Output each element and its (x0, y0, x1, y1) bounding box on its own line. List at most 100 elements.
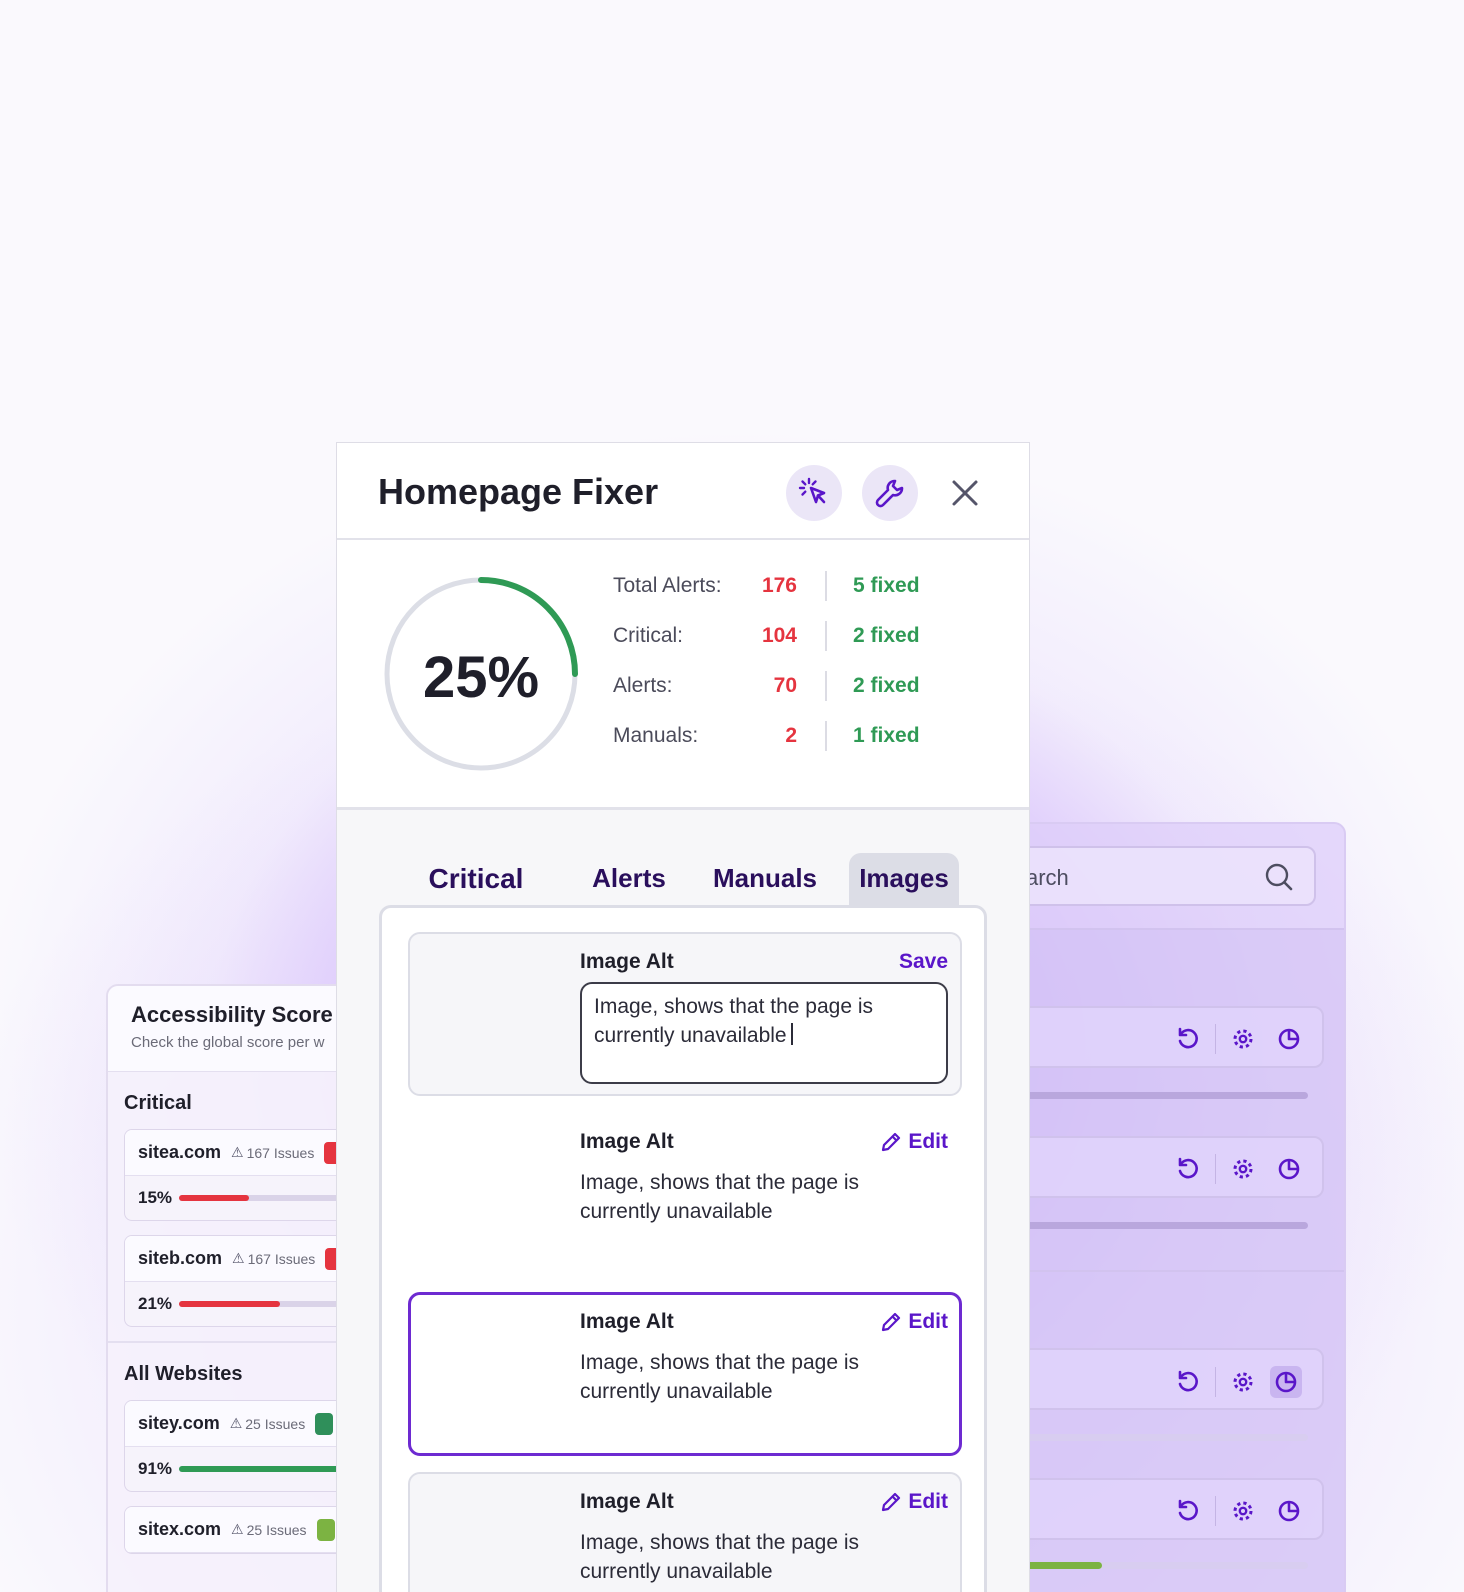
gear-icon[interactable] (1230, 1498, 1256, 1524)
sites-list-card: arch (1010, 822, 1346, 1592)
gear-icon[interactable] (1230, 1026, 1256, 1052)
score-progress-track (178, 1466, 344, 1472)
site-card[interactable]: siteb.com ⚠ 167 Issues 21% (124, 1235, 344, 1327)
divider (1215, 1496, 1216, 1526)
status-badge (315, 1412, 334, 1435)
stat-fixed: 2 fixed (853, 674, 920, 697)
close-icon (952, 480, 978, 506)
image-alt-item[interactable]: Image Alt Save Image, shows that the pag… (408, 932, 962, 1096)
accessibility-score-card: Accessibility Score Check the global sco… (106, 984, 346, 1592)
stat-label: Alerts: (613, 674, 673, 697)
score-progress-track (178, 1301, 344, 1307)
pencil-icon (882, 1132, 901, 1152)
issues-count: 25 Issues (246, 1521, 307, 1538)
stats-section: 25% Total Alerts: 176 5 fixed Critical: … (337, 540, 1029, 810)
homepage-fixer-panel: Homepage Fixer 25% Total Alerts: 176 5 f… (336, 442, 1030, 1592)
refresh-icon[interactable] (1175, 1156, 1201, 1182)
accessibility-card-header: Accessibility Score Check the global sco… (108, 986, 344, 1072)
pencil-icon (882, 1312, 901, 1332)
site-row[interactable] (1012, 1136, 1324, 1198)
edit-button[interactable]: Edit (880, 1490, 948, 1514)
stat-divider (825, 721, 827, 751)
panel-title: Homepage Fixer (378, 471, 659, 512)
divider (1215, 1154, 1216, 1184)
row-actions (1175, 1496, 1302, 1526)
score-progress-fill (178, 1466, 344, 1472)
pie-chart-icon[interactable] (1276, 1026, 1302, 1052)
row-actions (1175, 1154, 1302, 1184)
stat-divider (825, 571, 827, 601)
site-row[interactable] (1012, 1006, 1324, 1068)
pencil-icon (882, 1492, 901, 1512)
auto-fix-button[interactable] (786, 465, 842, 521)
edit-button[interactable]: Edit (880, 1130, 948, 1154)
refresh-icon[interactable] (1175, 1498, 1201, 1524)
status-badge (316, 1518, 335, 1541)
edit-label: Edit (908, 1310, 948, 1333)
stat-label: Manuals: (613, 724, 699, 747)
text-caret (790, 1023, 793, 1045)
site-card[interactable]: sitey.com ⚠ 25 Issues 91% (124, 1400, 344, 1492)
edit-label: Edit (908, 1490, 948, 1513)
wrench-icon (875, 479, 904, 508)
score-progress-fill (178, 1195, 249, 1201)
images-list: Image Alt Save Image, shows that the pag… (379, 905, 987, 1592)
progress-track (1012, 1562, 1308, 1569)
image-alt-item-selected[interactable]: Image Alt Edit Image, shows that the pag… (408, 1292, 962, 1456)
pie-chart-button[interactable] (1270, 1366, 1302, 1398)
warning-icon: ⚠ (229, 1415, 243, 1431)
gear-icon[interactable] (1230, 1156, 1256, 1182)
refresh-icon[interactable] (1175, 1026, 1201, 1052)
stat-row-alerts: Alerts: 70 2 fixed (613, 671, 920, 701)
image-alt-item[interactable]: Image Alt Edit Image, shows that the pag… (408, 1112, 962, 1276)
stat-row-total: Total Alerts: 176 5 fixed (613, 571, 920, 601)
site-card-top: sitea.com ⚠ 167 Issues (125, 1130, 344, 1176)
refresh-icon[interactable] (1175, 1369, 1201, 1395)
tab-images[interactable]: Images (849, 853, 959, 907)
stat-fixed: 2 fixed (853, 624, 920, 647)
pie-chart-icon[interactable] (1276, 1156, 1302, 1182)
manual-fix-button[interactable] (862, 465, 918, 521)
tab-alerts[interactable]: Alerts (577, 853, 681, 907)
stat-value: 176 (761, 574, 797, 597)
image-alt-label: Image Alt (580, 1310, 674, 1333)
stat-value: 2 (785, 724, 797, 747)
image-alt-input[interactable]: Image, shows that the page is currently … (580, 982, 948, 1084)
image-alt-item[interactable]: Image Alt Edit Image, shows that the pag… (408, 1472, 962, 1592)
tab-critical[interactable]: Critical (415, 853, 537, 907)
search-input[interactable]: arch (1012, 846, 1316, 906)
stat-row-critical: Critical: 104 2 fixed (613, 621, 920, 651)
cursor-click-icon (798, 477, 826, 504)
image-alt-input-value: Image, shows that the page is currently … (594, 995, 873, 1047)
search-icon[interactable] (1264, 862, 1294, 892)
issues-count: 167 Issues (246, 1144, 315, 1161)
edit-button[interactable]: Edit (880, 1310, 948, 1334)
divider (1215, 1367, 1216, 1397)
close-button[interactable] (943, 471, 987, 515)
site-score: 21% (138, 1294, 173, 1313)
accessibility-card-subtitle: Check the global score per w (131, 1034, 325, 1051)
issues-count: 167 Issues (247, 1250, 316, 1267)
site-card[interactable]: sitea.com ⚠ 167 Issues 15% (124, 1129, 344, 1221)
all-websites-heading: All Websites (124, 1363, 243, 1385)
site-card[interactable]: sitex.com ⚠ 25 Issues (124, 1506, 344, 1554)
site-row[interactable] (1012, 1478, 1324, 1540)
site-card-top: sitey.com ⚠ 25 Issues (125, 1401, 344, 1447)
score-progress-track (178, 1195, 344, 1201)
search-placeholder: arch (1026, 865, 1069, 890)
site-card-bottom: 91% (125, 1447, 344, 1491)
gear-icon[interactable] (1230, 1369, 1256, 1395)
stat-label: Total Alerts: (613, 574, 722, 597)
pie-chart-icon[interactable] (1276, 1498, 1302, 1524)
site-score: 15% (138, 1188, 173, 1207)
tab-bar: Critical Alerts Manuals Images (337, 853, 1029, 913)
site-group (1012, 928, 1344, 1272)
score-progress-fill (178, 1301, 280, 1307)
site-row[interactable] (1012, 1348, 1324, 1410)
save-button[interactable]: Save (899, 950, 948, 974)
stat-value: 104 (761, 624, 797, 647)
image-alt-label: Image Alt (580, 1130, 674, 1153)
progress-track (1012, 1222, 1308, 1229)
tab-manuals[interactable]: Manuals (709, 853, 821, 907)
progress-track (1012, 1434, 1308, 1441)
